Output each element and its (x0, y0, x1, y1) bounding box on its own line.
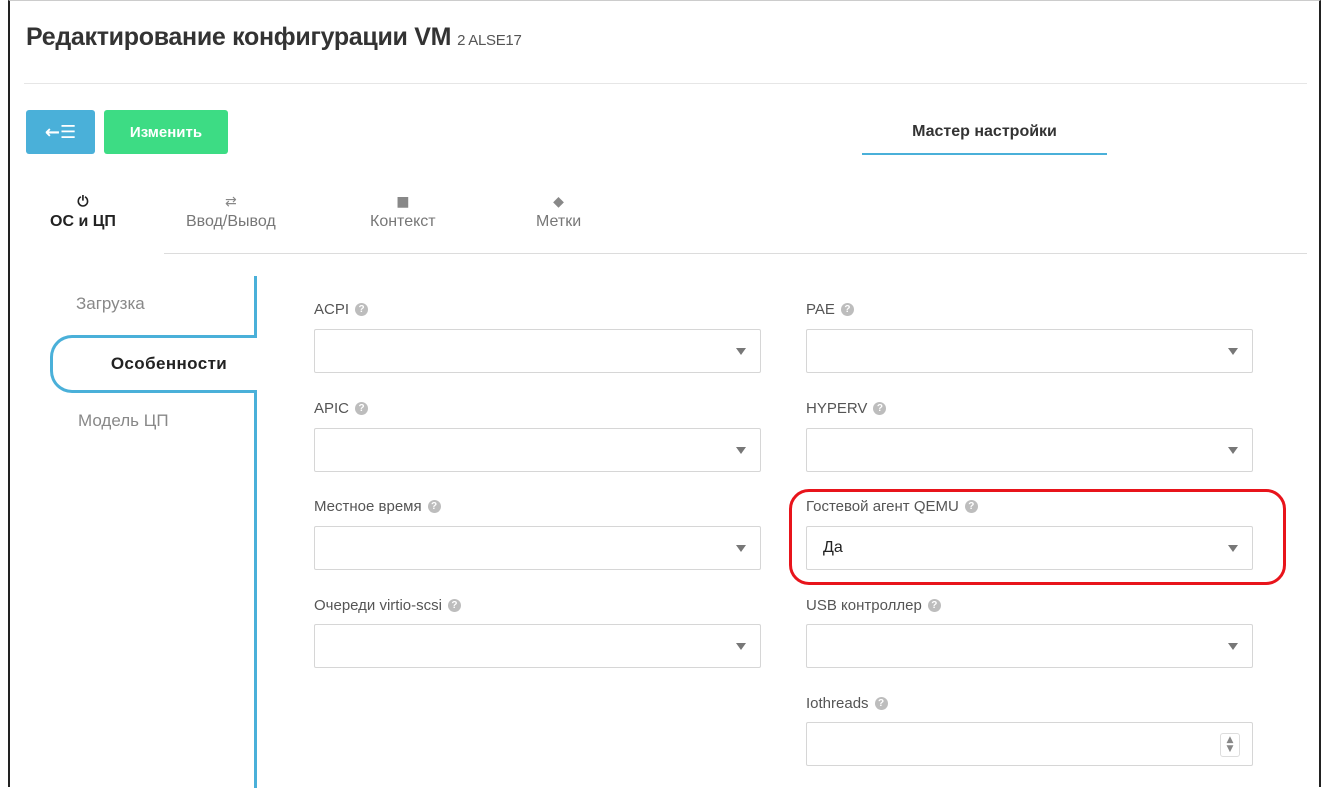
iothreads-input[interactable]: ▲ ▼ (806, 722, 1253, 766)
tab-label: Контекст (370, 213, 436, 230)
usb-select[interactable] (806, 624, 1253, 668)
localtime-select[interactable] (314, 526, 761, 570)
acpi-label: ACPI? (314, 301, 369, 318)
help-icon[interactable]: ? (447, 599, 461, 612)
chevron-down-icon (736, 447, 746, 454)
virtio-scsi-label-text: Очереди virtio-scsi (314, 597, 442, 614)
edit-button[interactable]: Изменить (104, 110, 228, 154)
hyperv-label: HYPERV? (806, 400, 887, 417)
chevron-down-icon (736, 545, 746, 552)
sidenav-item-cpu-model[interactable]: Модель ЦП (78, 411, 285, 431)
help-icon[interactable]: ? (355, 303, 369, 316)
tab-io[interactable]: ⇄ Ввод/Вывод (186, 191, 276, 231)
back-list-icon: ←☰ (44, 121, 77, 143)
help-icon[interactable]: ? (874, 697, 888, 710)
tab-label: Метки (536, 213, 582, 230)
chevron-down-icon (736, 348, 746, 355)
chevron-down-icon (1228, 348, 1238, 355)
apic-label-text: APIC (314, 400, 350, 417)
pae-label: PAE? (806, 301, 854, 318)
tabs-divider (164, 253, 1307, 254)
folder-icon: ■ (396, 194, 410, 210)
help-icon[interactable]: ? (927, 599, 941, 612)
usb-label-text: USB контроллер (806, 597, 922, 614)
window-frame: Редактирование конфигурации VM 2 ALSE17 ←… (8, 0, 1321, 788)
localtime-label-text: Местное время (314, 498, 422, 515)
page-title: Редактирование конфигурации VM 2 ALSE17 (26, 23, 522, 52)
chevron-down-icon (1228, 643, 1238, 650)
apic-label: APIC? (314, 400, 369, 417)
pae-label-text: PAE (806, 301, 835, 318)
chevron-down-icon (1228, 447, 1238, 454)
tab-os-cpu[interactable]: ⏻ ОС и ЦП (50, 191, 116, 231)
exchange-icon: ⇄ (224, 194, 237, 210)
hyperv-label-text: HYPERV (806, 400, 868, 417)
back-to-list-button[interactable]: ←☰ (26, 110, 95, 154)
pae-select[interactable] (806, 329, 1253, 373)
wizard-tab[interactable]: Мастер настройки (862, 111, 1107, 155)
virtio-scsi-select[interactable] (314, 624, 761, 668)
page-title-text: Редактирование конфигурации VM (26, 23, 452, 51)
page-subtitle: 2 ALSE17 (457, 32, 522, 49)
tag-icon: ◆ (553, 194, 564, 210)
virtio-scsi-label: Очереди virtio-scsi? (314, 597, 461, 614)
spinner-icon[interactable]: ▲ ▼ (1220, 733, 1240, 757)
title-divider (24, 83, 1307, 84)
usb-label: USB контроллер? (806, 597, 941, 614)
iothreads-label-text: Iothreads (806, 695, 869, 712)
help-icon[interactable]: ? (427, 500, 441, 513)
help-icon[interactable]: ? (355, 402, 369, 415)
chevron-down-icon (736, 643, 746, 650)
tab-label: Ввод/Вывод (186, 213, 276, 230)
apic-select[interactable] (314, 428, 761, 472)
acpi-label-text: ACPI (314, 301, 350, 318)
tab-label: ОС и ЦП (50, 213, 116, 230)
hyperv-select[interactable] (806, 428, 1253, 472)
tab-tags[interactable]: ◆ Метки (536, 191, 581, 231)
help-icon[interactable]: ? (873, 402, 887, 415)
iothreads-label: Iothreads? (806, 695, 888, 712)
localtime-label: Местное время? (314, 498, 441, 515)
acpi-select[interactable] (314, 329, 761, 373)
tab-context[interactable]: ■ Контекст (370, 191, 436, 231)
sidenav-item-boot[interactable]: Загрузка (76, 294, 283, 314)
sidenav-item-features[interactable]: Особенности (50, 335, 257, 393)
help-icon[interactable]: ? (840, 303, 854, 316)
annotation-highlight (789, 489, 1286, 585)
power-icon: ⏻ (77, 194, 89, 210)
